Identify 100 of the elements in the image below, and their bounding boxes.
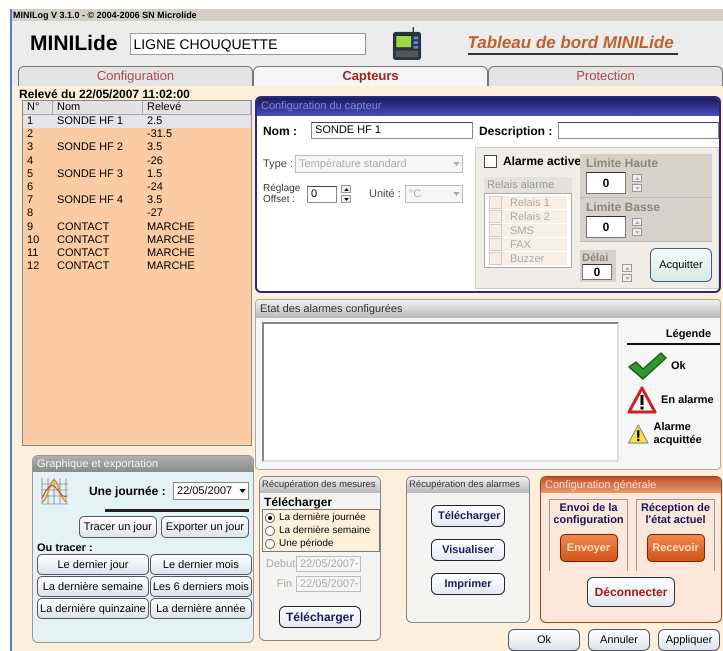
table-cell-text: -24 [146, 180, 164, 194]
dialog-button[interactable]: Annuler [588, 629, 650, 651]
acknowledge-button[interactable]: Acquitter [650, 248, 712, 282]
period-button[interactable]: Le dernier jour [37, 554, 149, 575]
caret-up-icon [624, 266, 630, 270]
table-cell-text: MARCHE [146, 246, 196, 260]
table-row[interactable]: 12 CONTACT MARCHE [23, 260, 251, 274]
table-cell-text: 3.5 [146, 141, 164, 155]
dialog-button[interactable]: Ok [508, 629, 580, 651]
table-cell-text: 12 [26, 260, 40, 274]
table-cell-text: -31.5 [146, 128, 174, 142]
tab[interactable]: Capteurs [253, 66, 488, 86]
unit-label: Unité : [369, 188, 401, 200]
table-cell-text: MARCHE [146, 260, 196, 274]
dashboard-title: Tableau de bord MINILide [468, 32, 678, 55]
disconnect-button[interactable]: Déconnecter [587, 577, 675, 607]
column-header[interactable]: N° [23, 101, 53, 114]
site-name-field[interactable]: LIGNE CHOUQUETTE [130, 32, 366, 55]
radio-label: Une période [279, 538, 334, 549]
or-label: Ou tracer : [36, 541, 94, 554]
checkmark-icon [627, 351, 667, 381]
tab[interactable]: Configuration [18, 66, 253, 86]
table-cell-text: 1.5 [146, 168, 164, 181]
table-cell-text: 3 [26, 141, 34, 155]
table-row[interactable]: 7 SONDE HF 4 3.5 [23, 194, 251, 208]
column-header[interactable]: Relevé [143, 101, 251, 114]
table-row[interactable]: 2 -31.5 [23, 128, 251, 142]
limit-label: Limite Haute [586, 156, 660, 170]
table-cell-text: MARCHE [146, 220, 196, 234]
type-label: Type : [263, 158, 293, 170]
caret-up-icon [634, 176, 640, 180]
period-button[interactable]: La dernière année [150, 598, 252, 619]
spin-down-button[interactable] [341, 195, 351, 203]
table-cell-text: SONDE HF 3 [56, 168, 124, 181]
table-row[interactable]: 9 CONTACT MARCHE [23, 220, 251, 234]
download-label: Télécharger [263, 494, 334, 509]
alarm-action-button[interactable]: Visualiser [431, 539, 505, 561]
day-button[interactable]: Exporter un jour [160, 516, 249, 538]
caret-down-icon [624, 276, 630, 280]
legend-title: Légende [627, 328, 720, 345]
spin-up-button[interactable] [341, 185, 351, 193]
caret-down-icon [452, 192, 460, 196]
offset-label: Réglage Offset : [263, 183, 302, 205]
table-row[interactable]: 5 SONDE HF 3 1.5 [23, 168, 251, 181]
description-field[interactable] [558, 122, 719, 139]
caret-down-icon [634, 230, 640, 234]
column-header[interactable]: Nom [53, 101, 143, 114]
table-row[interactable]: 10 CONTACT MARCHE [23, 234, 251, 247]
legend-label: En alarme [661, 394, 714, 406]
offset-field[interactable]: 0 [307, 186, 337, 202]
download-button[interactable]: Télécharger [278, 606, 362, 628]
table-cell-text: 2 [26, 128, 34, 142]
radio-button[interactable] [265, 512, 275, 522]
radio-button[interactable] [265, 526, 275, 536]
action-label: Réception de l'état actuel [640, 502, 712, 526]
period-button[interactable]: La dernière quinzaine [37, 598, 149, 619]
alarm-action-button[interactable]: Télécharger [431, 505, 505, 527]
radio-button[interactable] [265, 538, 275, 548]
period-button[interactable]: Le dernier mois [150, 554, 252, 575]
caret-down-icon [239, 489, 246, 493]
radio-label: La dernière journée [279, 512, 366, 523]
period-button[interactable]: Les 6 derniers mois [150, 576, 252, 597]
caret-down-icon [634, 186, 640, 190]
dialog-button[interactable]: Appliquer [658, 629, 720, 651]
table-row[interactable]: 1 SONDE HF 1 2.5 [23, 115, 251, 128]
readings-title: Relevé du 22/05/2007 11:02:00 [18, 86, 191, 100]
panel-title: Configuration du capteur [257, 98, 719, 116]
table-cell-text: 2.5 [146, 115, 164, 128]
caret-down-icon [452, 162, 460, 166]
table-cell-text: MARCHE [146, 234, 196, 247]
relay-label: SMS [510, 224, 534, 236]
table-cell-text: SONDE HF 2 [56, 141, 124, 155]
action-label: Envoi de la configuration [552, 502, 625, 526]
period-button[interactable]: La dernière semaine [37, 576, 149, 597]
table-row[interactable]: 4 -26 [23, 154, 251, 168]
table-cell-text: 11 [26, 246, 40, 260]
legend-label: Ok [671, 360, 686, 372]
caret-up-icon [344, 188, 348, 190]
alarm-action-button[interactable]: Imprimer [431, 573, 505, 595]
table-cell-text: 5 [26, 168, 34, 181]
tab[interactable]: Protection [488, 66, 723, 86]
panel-title: Récupération des mesures [260, 477, 380, 493]
limit-label: Limite Basse [586, 200, 662, 214]
table-row[interactable]: 8 -27 [23, 207, 251, 220]
day-label: Une journée : [89, 484, 166, 498]
table-cell-text: CONTACT [56, 246, 110, 260]
table-row[interactable]: 11 CONTACT MARCHE [23, 246, 251, 260]
date-dropdown[interactable]: 22/05/2007 [173, 482, 249, 500]
table-row[interactable]: 6 -24 [23, 180, 251, 194]
panel-title: Etat des alarmes configurées [256, 300, 720, 318]
caret-down-icon [344, 198, 348, 200]
table-cell-text: 10 [26, 234, 40, 247]
day-button[interactable]: Tracer un jour [78, 516, 157, 538]
checkbox[interactable] [484, 154, 497, 168]
table-row[interactable]: 3 SONDE HF 2 3.5 [23, 141, 251, 155]
name-field[interactable]: SONDE HF 1 [311, 122, 473, 139]
alarm-list[interactable] [262, 322, 619, 462]
table-cell-text: 7 [26, 194, 34, 208]
date-label: Fin [276, 578, 292, 590]
radio-label: La dernière semaine [279, 525, 370, 536]
